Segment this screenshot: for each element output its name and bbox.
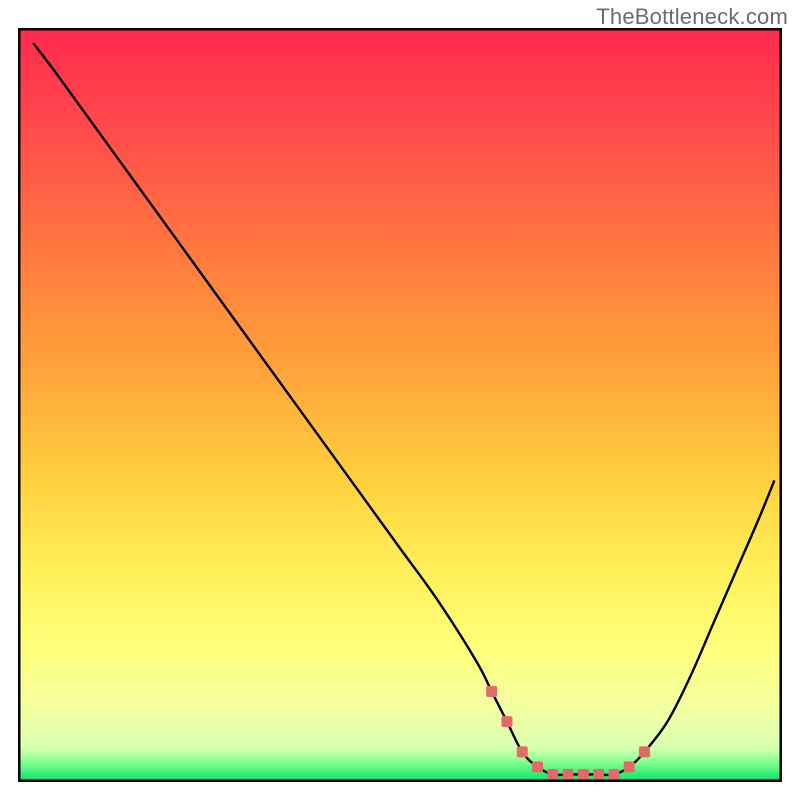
bottleneck-chart	[0, 0, 800, 800]
marker-point	[578, 769, 589, 780]
marker-point	[624, 761, 635, 772]
marker-point	[608, 769, 619, 780]
marker-point	[532, 761, 543, 772]
chart-container: TheBottleneck.com	[0, 0, 800, 800]
marker-point	[639, 746, 650, 757]
marker-point	[501, 716, 512, 727]
marker-point	[563, 769, 574, 780]
marker-point	[517, 746, 528, 757]
watermark-text: TheBottleneck.com	[596, 4, 788, 30]
marker-point	[486, 686, 497, 697]
marker-point	[547, 769, 558, 780]
marker-point	[593, 769, 604, 780]
